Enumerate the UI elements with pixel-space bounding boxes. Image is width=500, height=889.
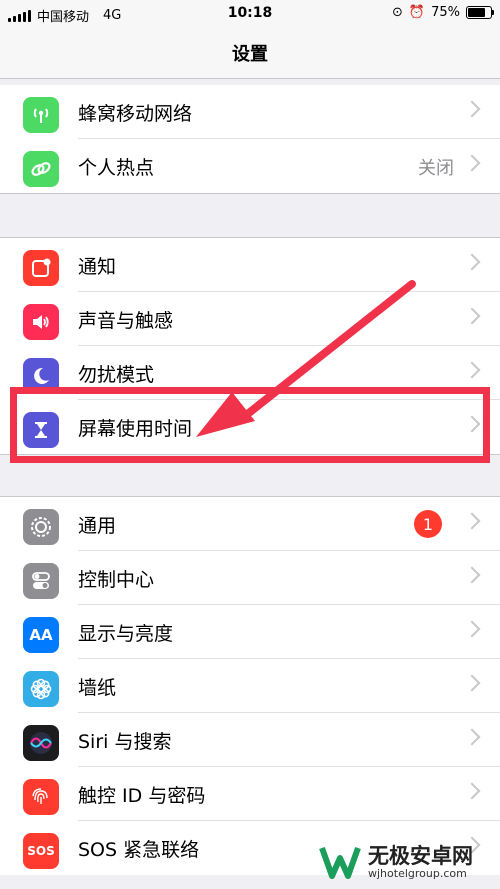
watermark: 无极安卓网 wjhotelgroup.com	[318, 842, 473, 882]
watermark-logo-icon	[319, 846, 361, 879]
watermark-url: wjhotelgroup.com	[368, 866, 467, 880]
annotation-arrow	[196, 280, 416, 437]
watermark-name: 无极安卓网	[368, 843, 473, 868]
